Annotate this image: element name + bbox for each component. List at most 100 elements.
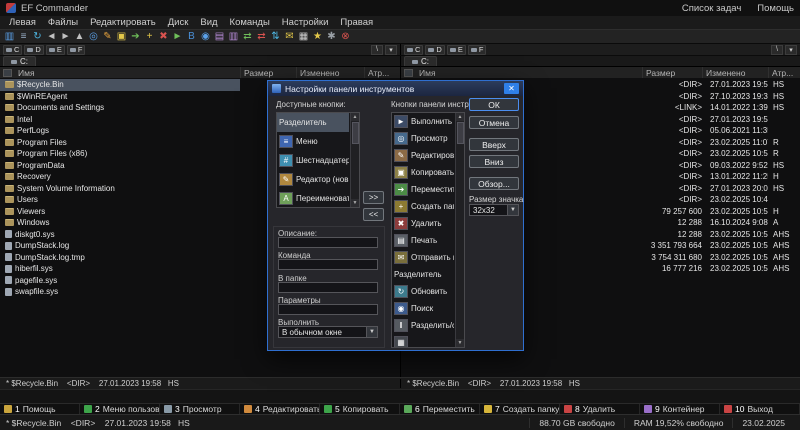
right-panel-tab[interactable]: C: xyxy=(404,56,437,66)
description-input[interactable] xyxy=(278,237,378,248)
delete-icon[interactable]: ✖ xyxy=(157,30,170,43)
column-header-name[interactable]: Имя xyxy=(416,67,642,78)
scroll-thumb[interactable] xyxy=(352,122,359,144)
available-button-item[interactable]: A Переименовать xyxy=(277,189,349,208)
view-icon[interactable]: ◎ xyxy=(87,30,100,43)
toolbar-button-item[interactable]: ↻ Обновить xyxy=(392,283,454,300)
function-key[interactable]: 7 Создать папку xyxy=(480,404,560,414)
function-key[interactable]: 10 Выход xyxy=(720,404,800,414)
ok-button[interactable]: ОК xyxy=(469,98,519,111)
menu-item[interactable]: Диск xyxy=(162,17,195,28)
drive-button[interactable]: C xyxy=(3,45,22,55)
search-icon[interactable]: ◉ xyxy=(199,30,212,43)
column-header-modified[interactable]: Изменено xyxy=(296,67,364,78)
menu-item[interactable]: Файлы xyxy=(42,17,84,28)
move-down-button[interactable]: Вниз xyxy=(469,155,519,168)
settings-icon[interactable]: ✱ xyxy=(325,30,338,43)
root-button[interactable]: \ xyxy=(771,45,783,55)
help-menu[interactable]: Помощь xyxy=(757,3,794,14)
drive-button[interactable]: D xyxy=(24,45,43,55)
menu-item[interactable]: Редактировать xyxy=(84,17,162,28)
toolbar-button-item[interactable]: ✉ Отправить по электрон xyxy=(392,249,454,266)
scrollbar[interactable]: ▲ ▼ xyxy=(455,113,464,347)
refresh-icon[interactable]: ↻ xyxy=(31,30,44,43)
menu-item[interactable]: Левая xyxy=(3,17,42,28)
remove-button[interactable]: << xyxy=(363,208,384,221)
pack-icon[interactable]: ▤ xyxy=(213,30,226,43)
cancel-button[interactable]: Отмена xyxy=(469,116,519,129)
scrollbar[interactable]: ▲ ▼ xyxy=(350,113,359,207)
drive-dropdown-icon[interactable]: ▾ xyxy=(785,45,797,55)
function-key[interactable]: 5 Копировать xyxy=(320,404,400,414)
toolbar-button-item[interactable]: ◉ Поиск xyxy=(392,300,454,317)
forward-icon[interactable]: ► xyxy=(59,30,72,43)
close-icon[interactable]: ✕ xyxy=(504,83,519,94)
available-button-item[interactable]: ✎ Редактор (новый) xyxy=(277,170,349,189)
function-key[interactable]: 9 Контейнер xyxy=(640,404,720,414)
toolbar-button-item[interactable]: ◎ Просмотр xyxy=(392,130,454,147)
parameters-input[interactable] xyxy=(278,304,378,315)
function-key[interactable]: 8 Удалить xyxy=(560,404,640,414)
panels-icon[interactable]: ▥ xyxy=(3,30,16,43)
favorites-icon[interactable]: ★ xyxy=(311,30,324,43)
command-input[interactable] xyxy=(278,259,378,270)
left-panel-tab[interactable]: C: xyxy=(3,56,36,66)
disconnect-icon[interactable]: ⇄ xyxy=(255,30,268,43)
tree-icon[interactable]: ≡ xyxy=(17,30,30,43)
toolbar-button-item[interactable]: ✖ Удалить xyxy=(392,215,454,232)
menu-item[interactable]: Вид xyxy=(194,17,223,28)
column-header-name[interactable]: Имя xyxy=(15,67,240,78)
drive-button[interactable]: F xyxy=(67,45,86,55)
toolbar-button-item[interactable]: ▣ Копировать xyxy=(392,164,454,181)
run-icon[interactable]: ► xyxy=(171,30,184,43)
scroll-thumb[interactable] xyxy=(457,122,464,144)
toolbar-button-item[interactable]: ► Выполнить xyxy=(392,113,454,130)
drive-button[interactable]: E xyxy=(447,45,466,55)
execute-mode-select[interactable]: В обычном окне ▼ xyxy=(278,326,378,338)
dialog-titlebar[interactable]: Настройки панели инструментов ✕ xyxy=(268,81,523,96)
column-header-attr[interactable]: Атр... xyxy=(364,67,394,78)
drive-dropdown-icon[interactable]: ▾ xyxy=(385,45,397,55)
column-header-attr[interactable]: Атр... xyxy=(768,67,794,78)
scroll-down-icon[interactable]: ▼ xyxy=(351,199,360,207)
sync-icon[interactable]: ⇅ xyxy=(269,30,282,43)
available-button-item[interactable]: Разделитель xyxy=(277,113,349,132)
menu-item[interactable]: Правая xyxy=(334,17,379,28)
exit-icon[interactable]: ⊗ xyxy=(339,30,352,43)
drive-button[interactable]: D xyxy=(425,45,444,55)
print-icon[interactable]: ▦ xyxy=(297,30,310,43)
toolbar-button-item[interactable]: ▦ xyxy=(392,334,454,348)
drive-button[interactable]: F xyxy=(468,45,487,55)
move-up-button[interactable]: Вверх xyxy=(469,138,519,151)
panel-menu-icon[interactable] xyxy=(3,69,12,77)
toolbar-button-item[interactable]: ➔ Переместить xyxy=(392,181,454,198)
function-key[interactable]: 6 Переместить xyxy=(400,404,480,414)
unpack-icon[interactable]: ▥ xyxy=(227,30,240,43)
column-header-size[interactable]: Размер xyxy=(642,67,702,78)
toolbar-buttons-list[interactable]: ▲ ▼ ► Выполнить ◎ Просмотр xyxy=(391,112,465,348)
column-header-size[interactable]: Размер xyxy=(240,67,296,78)
mail-icon[interactable]: ✉ xyxy=(283,30,296,43)
mkdir-icon[interactable]: + xyxy=(143,30,156,43)
function-key[interactable]: 3 Просмотр xyxy=(160,404,240,414)
move-icon[interactable]: ➔ xyxy=(129,30,142,43)
available-button-item[interactable]: # Шестнадцатеричный ред xyxy=(277,151,349,170)
column-header-modified[interactable]: Изменено xyxy=(702,67,768,78)
menu-item[interactable]: Настройки xyxy=(276,17,335,28)
tasklist-menu[interactable]: Список задач xyxy=(682,3,741,14)
add-button[interactable]: >> xyxy=(363,191,384,204)
up-icon[interactable]: ▲ xyxy=(73,30,86,43)
toolbar-button-item[interactable]: ✎ Редактировать xyxy=(392,147,454,164)
function-key[interactable]: 2 Меню пользователя xyxy=(80,404,160,414)
scroll-up-icon[interactable]: ▲ xyxy=(456,113,465,121)
toolbar-button-item[interactable]: ▤ Печать xyxy=(392,232,454,249)
menu-item[interactable]: Команды xyxy=(224,17,276,28)
hex-editor-icon[interactable]: B xyxy=(185,30,198,43)
panel-menu-icon[interactable] xyxy=(404,69,413,77)
root-button[interactable]: \ xyxy=(371,45,383,55)
drive-button[interactable]: E xyxy=(46,45,65,55)
connect-icon[interactable]: ⇄ xyxy=(241,30,254,43)
scroll-down-icon[interactable]: ▼ xyxy=(456,339,465,347)
folder-input[interactable] xyxy=(278,282,378,293)
available-button-item[interactable]: ≡ Меню xyxy=(277,132,349,151)
